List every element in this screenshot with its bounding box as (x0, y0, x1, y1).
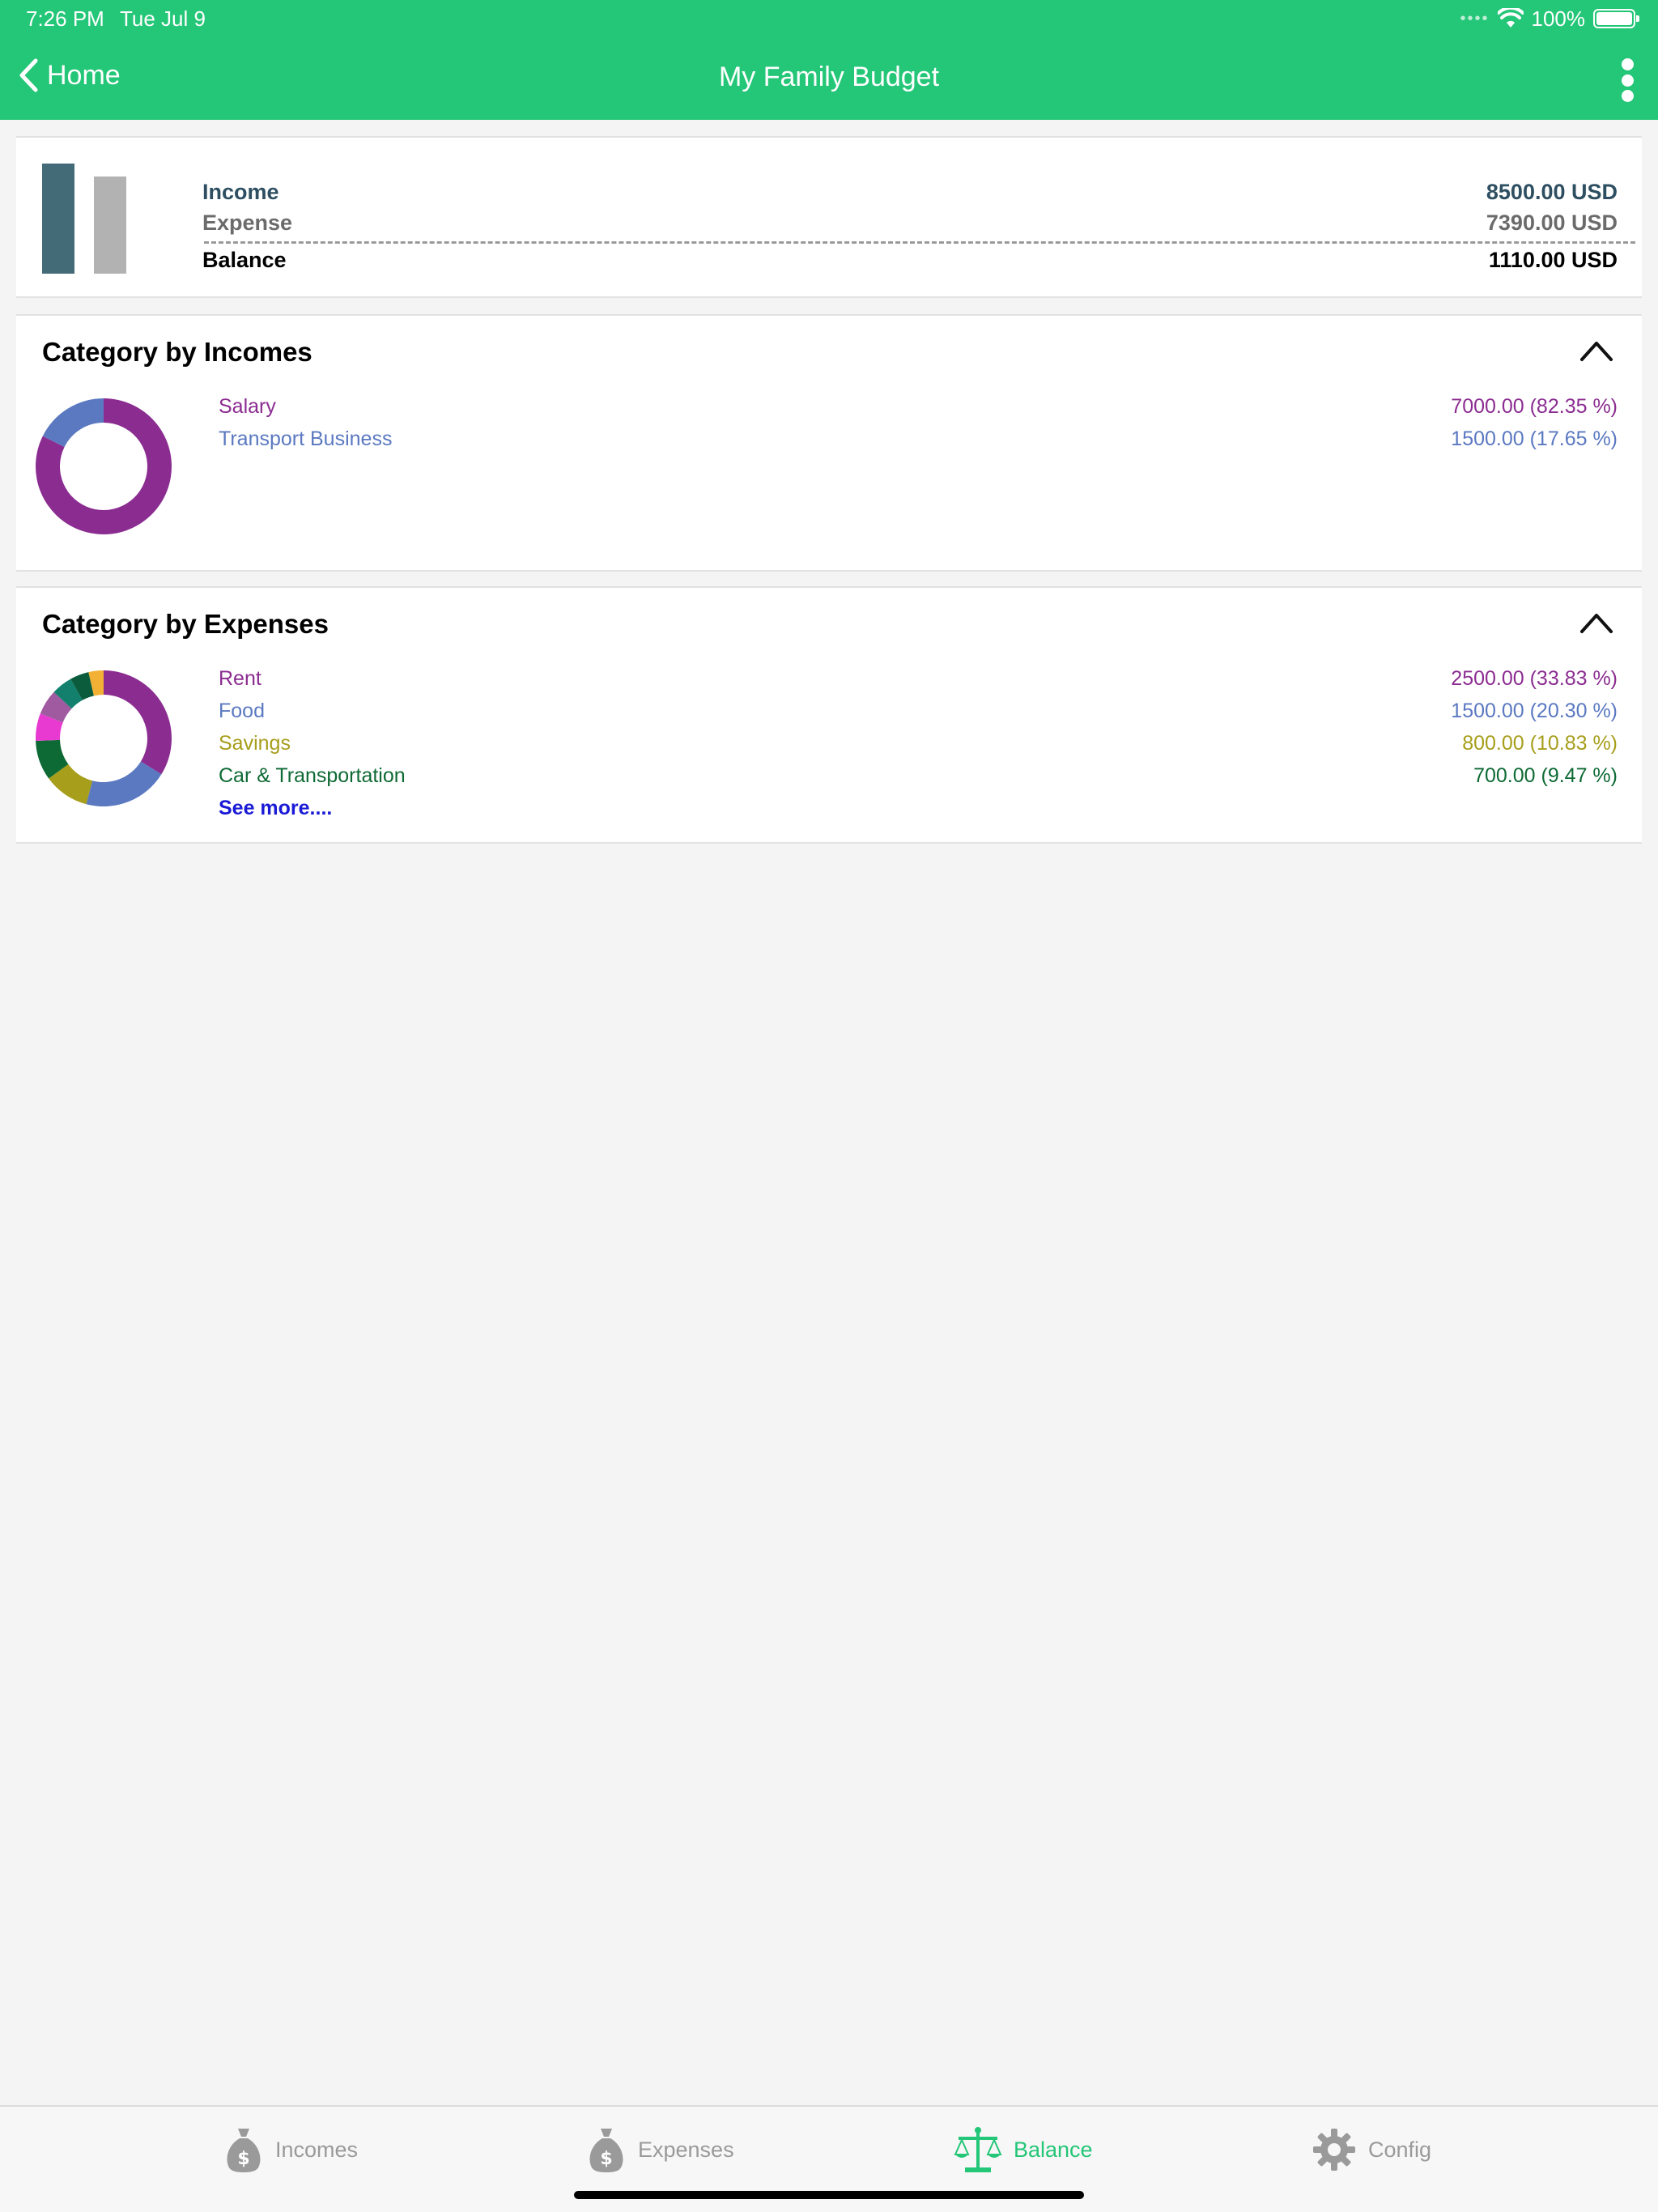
tab-balance[interactable]: Balance (954, 2123, 1093, 2176)
page-title: My Family Budget (718, 62, 940, 92)
category-value: 2500.00 (33.83 %) (1451, 667, 1618, 690)
tab-label: Incomes (275, 2137, 359, 2162)
section-title: Category by Expenses (42, 609, 329, 639)
expenses-donut-chart (36, 670, 172, 806)
category-value: 1500.00 (17.65 %) (1451, 428, 1618, 450)
donut-slice (86, 761, 162, 806)
svg-text:$: $ (237, 2149, 249, 2169)
see-more-link[interactable]: See more.... (219, 797, 332, 820)
chevron-up-icon[interactable] (1579, 609, 1614, 636)
signal-icon: •••• (1460, 9, 1490, 28)
chevron-up-icon[interactable] (1579, 337, 1614, 364)
status-indicators: •••• 100% (1460, 5, 1639, 32)
divider (204, 241, 1635, 244)
income-label: Income (202, 180, 279, 204)
status-time: 7:26 PM (26, 6, 104, 31)
status-date: Tue Jul 9 (120, 6, 206, 31)
balance-label: Balance (202, 248, 287, 272)
tab-expenses[interactable]: $ Expenses (586, 2123, 734, 2176)
top-bar: 7:26 PM Tue Jul 9 •••• 100% Home My Fami… (0, 0, 1658, 120)
category-value: 7000.00 (82.35 %) (1451, 395, 1618, 418)
home-indicator (574, 2191, 1084, 2199)
category-label: Salary (219, 395, 276, 418)
svg-text:$: $ (600, 2149, 612, 2169)
balance-value: 1110.00 USD (1488, 248, 1618, 272)
donut-slice (42, 398, 104, 447)
category-label: Food (219, 700, 265, 722)
more-options-icon[interactable] (1618, 58, 1637, 102)
category-value: 800.00 (10.83 %) (1462, 732, 1618, 755)
tab-incomes[interactable]: $ Incomes (223, 2123, 358, 2176)
category-expenses-card: Category by Expenses Rent 2500.00 (33.83… (16, 586, 1642, 844)
category-label: Car & Transportation (219, 764, 406, 787)
money-bag-icon: $ (227, 2129, 261, 2172)
expense-value: 7390.00 USD (1486, 211, 1618, 235)
battery-icon (1593, 9, 1639, 28)
money-bag-icon: $ (589, 2129, 623, 2172)
tab-label: Balance (1014, 2137, 1093, 2162)
category-label: Savings (219, 732, 291, 755)
expense-bar (94, 177, 126, 274)
category-value: 1500.00 (20.30 %) (1451, 700, 1618, 722)
category-incomes-card: Category by Incomes Salary 7000.00 (82.3… (16, 314, 1642, 572)
category-value: 700.00 (9.47 %) (1473, 764, 1618, 787)
donut-slice (104, 670, 172, 775)
scale-icon (954, 2127, 1002, 2172)
tab-config[interactable]: Config (1312, 2123, 1431, 2176)
tab-label: Config (1368, 2137, 1432, 2162)
income-value: 8500.00 USD (1486, 180, 1618, 204)
gear-icon (1313, 2129, 1355, 2171)
category-label: Transport Business (219, 428, 393, 450)
category-label: Rent (219, 667, 261, 690)
incomes-donut-chart (35, 398, 172, 534)
tab-label: Expenses (638, 2137, 734, 2162)
section-title: Category by Incomes (42, 337, 312, 367)
battery-percent: 100% (1531, 6, 1586, 31)
balance-summary-card: Income 8500.00 USD Expense 7390.00 USD B… (16, 136, 1642, 298)
expense-label: Expense (202, 211, 293, 235)
wifi-icon (1497, 8, 1524, 28)
income-bar (42, 164, 74, 274)
